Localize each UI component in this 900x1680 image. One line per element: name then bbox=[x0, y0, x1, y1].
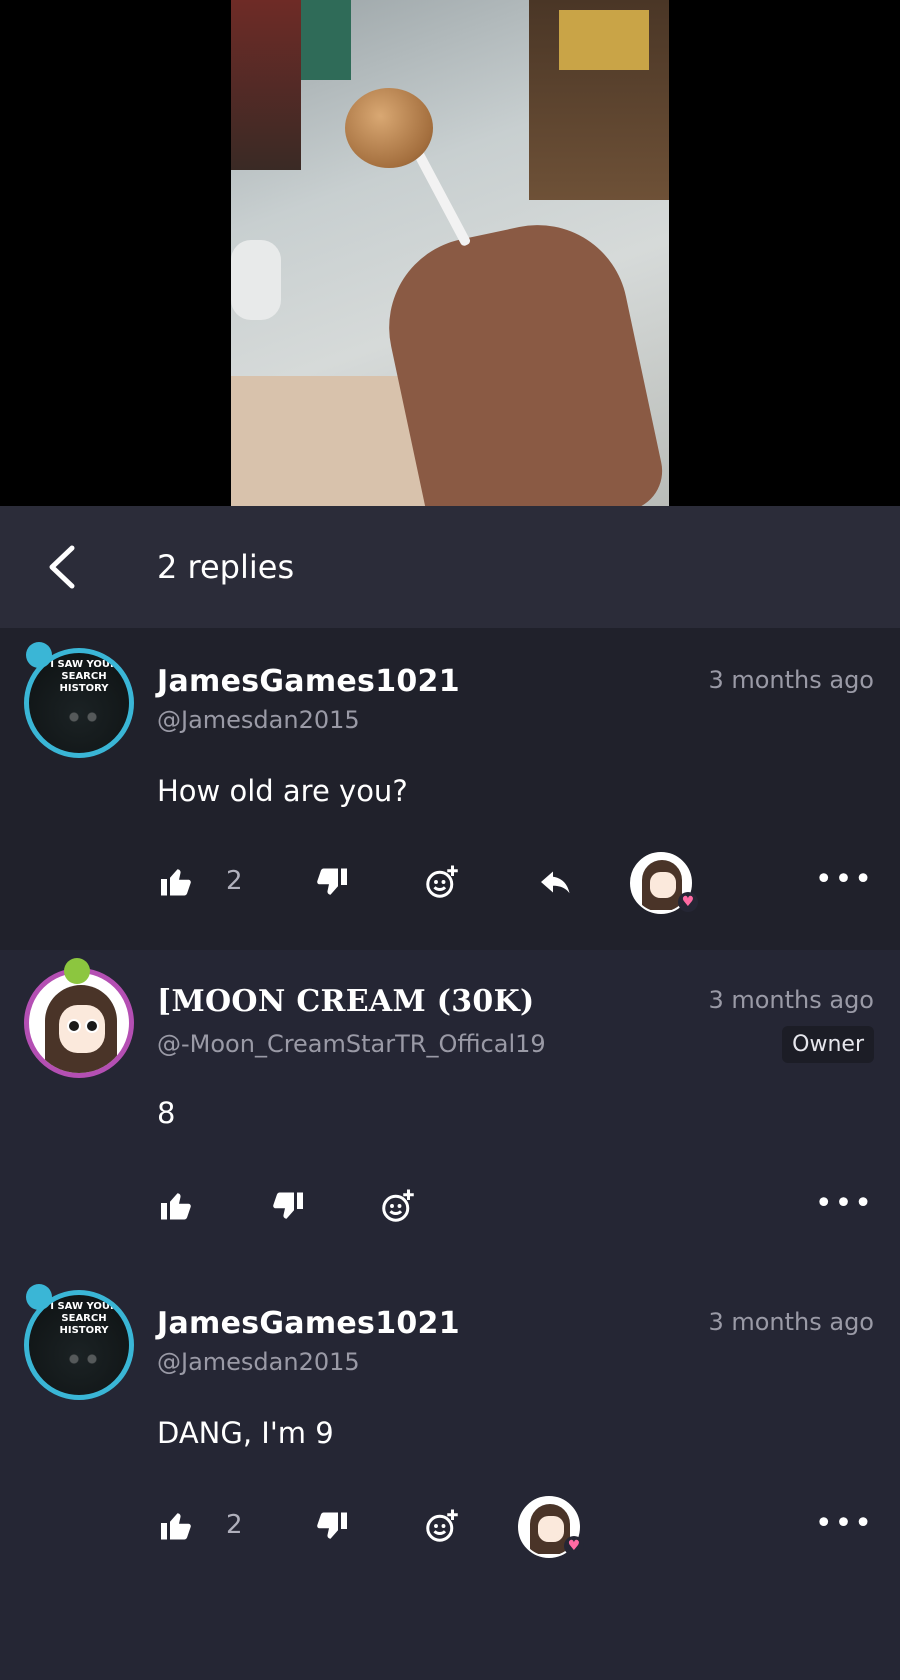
add-reaction-icon[interactable] bbox=[424, 864, 460, 900]
chevron-left-icon[interactable] bbox=[42, 542, 82, 592]
comment-text: How old are you? bbox=[157, 774, 408, 808]
comment-actions: 2 ♥ ••• bbox=[0, 1496, 900, 1558]
comment-handle: @Jamesdan2015 bbox=[157, 1348, 360, 1376]
comment-actions: 2 ♥ ••• bbox=[0, 852, 900, 914]
comment-item: I SAW YOUR SEARCH HISTORY JamesGames1021… bbox=[0, 628, 900, 950]
comment-author[interactable]: JamesGames1021 bbox=[157, 1306, 460, 1341]
thumbs-down-icon[interactable] bbox=[314, 1508, 350, 1544]
video-player[interactable] bbox=[0, 0, 900, 506]
avatar-decoration-icon bbox=[26, 1284, 52, 1310]
replies-title: 2 replies bbox=[157, 548, 295, 586]
comment-text: DANG, I'm 9 bbox=[157, 1416, 334, 1450]
more-horizontal-icon[interactable]: ••• bbox=[815, 862, 874, 897]
comment-item: I SAW YOUR SEARCH HISTORY JamesGames1021… bbox=[0, 1270, 900, 1680]
reply-icon[interactable] bbox=[538, 864, 574, 900]
like-count: 2 bbox=[226, 866, 243, 896]
owner-badge: Owner bbox=[782, 1026, 874, 1063]
thumbs-up-icon[interactable] bbox=[158, 1508, 194, 1544]
comment-handle: @Jamesdan2015 bbox=[157, 706, 360, 734]
thumbs-up-icon[interactable] bbox=[158, 864, 194, 900]
avatar-banner: I SAW YOUR SEARCH HISTORY bbox=[50, 659, 118, 694]
comment-author[interactable]: JamesGames1021 bbox=[157, 664, 460, 699]
add-reaction-icon[interactable] bbox=[380, 1188, 416, 1224]
thumbs-down-icon[interactable] bbox=[270, 1188, 306, 1224]
more-horizontal-icon[interactable]: ••• bbox=[815, 1506, 874, 1541]
comment-actions: ••• bbox=[0, 1176, 900, 1236]
add-reaction-icon[interactable] bbox=[424, 1508, 460, 1544]
comment-time: 3 months ago bbox=[708, 1308, 874, 1336]
avatar-banner: I SAW YOUR SEARCH HISTORY bbox=[50, 1301, 118, 1336]
thumbs-down-icon[interactable] bbox=[314, 864, 350, 900]
thumbs-up-icon[interactable] bbox=[158, 1188, 194, 1224]
like-count: 2 bbox=[226, 1510, 243, 1540]
video-frame bbox=[231, 0, 669, 506]
comment-author[interactable]: [MOON CREAM (30K) bbox=[157, 984, 534, 1019]
heart-icon: ♥ bbox=[678, 892, 698, 912]
more-horizontal-icon[interactable]: ••• bbox=[815, 1186, 874, 1221]
replies-header: 2 replies bbox=[0, 506, 900, 628]
comment-item: [MOON CREAM (30K) @-Moon_CreamStarTR_Off… bbox=[0, 950, 900, 1270]
heart-icon: ♥ bbox=[564, 1536, 584, 1556]
avatar[interactable] bbox=[24, 968, 134, 1078]
comment-text: 8 bbox=[157, 1096, 176, 1130]
comment-handle: @-Moon_CreamStarTR_Offical19 bbox=[157, 1030, 546, 1058]
avatar-decoration-icon bbox=[26, 642, 52, 668]
frog-decoration-icon bbox=[64, 958, 90, 984]
comment-time: 3 months ago bbox=[708, 986, 874, 1014]
comment-time: 3 months ago bbox=[708, 666, 874, 694]
